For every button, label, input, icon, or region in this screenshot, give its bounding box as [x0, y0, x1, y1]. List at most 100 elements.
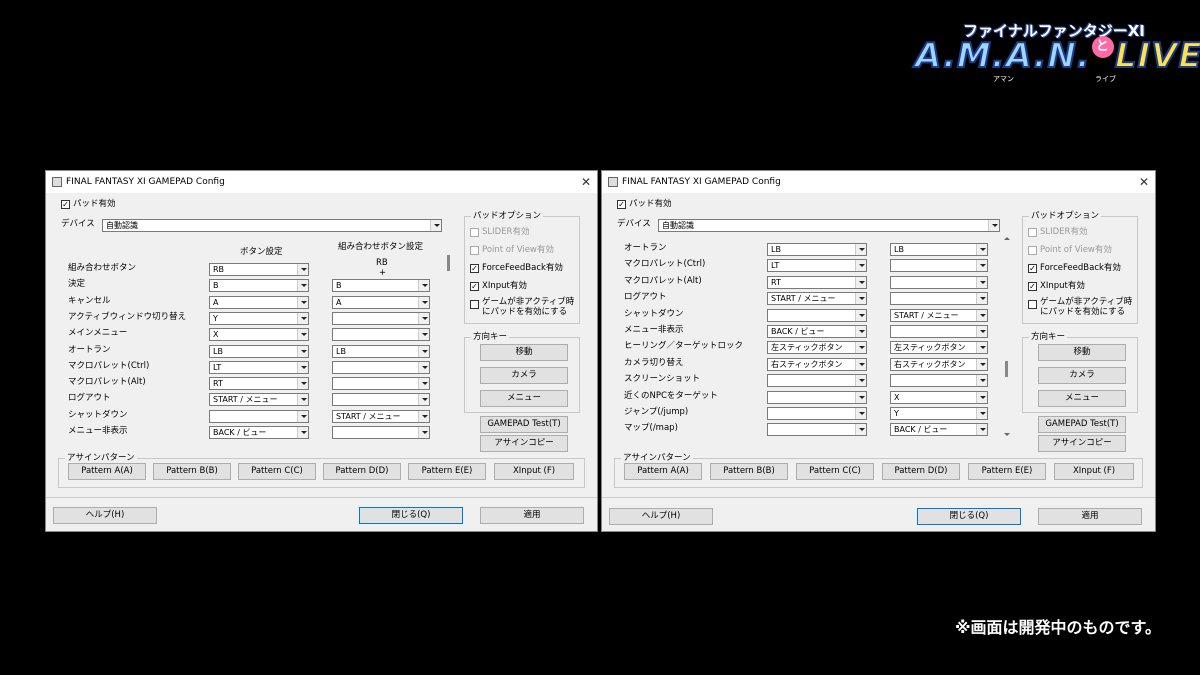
- inactive-checkbox[interactable]: [470, 300, 479, 309]
- combo-select[interactable]: [890, 325, 988, 338]
- pattern-b-button[interactable]: Pattern B(B): [153, 463, 231, 480]
- button-select[interactable]: RB: [209, 263, 309, 276]
- button-select[interactable]: START / メニュー: [209, 393, 309, 407]
- combo-select[interactable]: [332, 328, 430, 342]
- pattern-d-button[interactable]: Pattern D(D): [323, 463, 401, 480]
- close-icon[interactable]: ✕: [1139, 171, 1149, 193]
- button-select[interactable]: LB: [209, 344, 309, 358]
- gamepad-test-button[interactable]: GAMEPAD Test(T): [1038, 416, 1126, 433]
- button-select[interactable]: LT: [209, 360, 309, 374]
- button-select[interactable]: B: [209, 279, 309, 293]
- combo-select[interactable]: [332, 426, 430, 439]
- xinput-pattern-button[interactable]: XInput (F): [494, 463, 574, 480]
- pov-checkbox[interactable]: [470, 246, 479, 255]
- pov-checkbox[interactable]: [1028, 246, 1037, 255]
- button-select[interactable]: LB: [767, 243, 867, 256]
- row-label: 近くのNPCをターゲット: [624, 390, 718, 401]
- button-select[interactable]: RT: [767, 275, 867, 289]
- device-select[interactable]: 自動認識: [102, 219, 442, 232]
- pattern-c-button[interactable]: Pattern C(C): [238, 463, 316, 480]
- inactive-label-2: にパッドを有効にする: [1040, 307, 1126, 317]
- xinput-checkbox[interactable]: ✓: [1028, 282, 1037, 291]
- pad-enabled-checkbox[interactable]: ✓: [61, 200, 70, 209]
- apply-button[interactable]: 適用: [1038, 508, 1142, 525]
- combo-select[interactable]: 左スティックボタン: [890, 341, 988, 355]
- direction-camera-button[interactable]: カメラ: [480, 367, 568, 384]
- combo-select[interactable]: START / メニュー: [890, 308, 988, 322]
- combo-select[interactable]: B: [332, 279, 430, 293]
- xinput-pattern-button[interactable]: XInput (F): [1054, 463, 1134, 480]
- assign-copy-button[interactable]: アサインコピー: [480, 435, 568, 452]
- button-select[interactable]: LT: [767, 259, 867, 273]
- assign-copy-button[interactable]: アサインコピー: [1038, 435, 1126, 452]
- inactive-checkbox[interactable]: [1028, 300, 1037, 309]
- logo-ruby1: アマン: [993, 75, 1014, 83]
- button-select[interactable]: RT: [209, 377, 309, 391]
- row-label: オートラン: [68, 344, 111, 355]
- xinput-checkbox[interactable]: ✓: [470, 282, 479, 291]
- button-select[interactable]: [767, 407, 867, 420]
- button-select[interactable]: 左スティックボタン: [767, 341, 867, 355]
- combo-select[interactable]: BACK / ビュー: [890, 423, 988, 437]
- combo-select[interactable]: START / メニュー: [332, 409, 430, 423]
- pattern-a-button[interactable]: Pattern A(A): [624, 463, 702, 480]
- combo-select[interactable]: Y: [890, 407, 988, 420]
- direction-move-button[interactable]: 移動: [1038, 344, 1126, 361]
- button-select[interactable]: [767, 308, 867, 322]
- device-select[interactable]: 自動認識: [658, 219, 1000, 232]
- direction-menu-button[interactable]: メニュー: [1038, 390, 1126, 407]
- pattern-b-button[interactable]: Pattern B(B): [710, 463, 788, 480]
- pattern-e-button[interactable]: Pattern E(E): [968, 463, 1046, 480]
- button-select[interactable]: [209, 409, 309, 423]
- close-button[interactable]: 閉じる(Q): [359, 507, 463, 524]
- forcefeedback-checkbox[interactable]: ✓: [470, 264, 479, 273]
- combo-select[interactable]: [332, 311, 430, 325]
- help-button[interactable]: ヘルプ(H): [609, 508, 713, 525]
- button-select[interactable]: A: [209, 295, 309, 309]
- row-label: カメラ切り替え: [624, 357, 684, 368]
- slider-checkbox[interactable]: [470, 228, 479, 237]
- scrollbar[interactable]: [1005, 361, 1008, 377]
- button-select[interactable]: START / メニュー: [767, 292, 867, 306]
- combo-select[interactable]: [332, 360, 430, 374]
- combo-select[interactable]: X: [890, 390, 988, 404]
- button-select[interactable]: X: [209, 328, 309, 342]
- apply-button[interactable]: 適用: [480, 507, 584, 524]
- scroll-down-icon[interactable]: [1004, 433, 1010, 436]
- scrollbar[interactable]: [447, 255, 450, 271]
- close-button[interactable]: 閉じる(Q): [917, 508, 1021, 525]
- button-select[interactable]: BACK / ビュー: [767, 325, 867, 338]
- slider-checkbox[interactable]: [1028, 228, 1037, 237]
- combo-select[interactable]: [890, 259, 988, 273]
- row-label: メニュー非表示: [624, 325, 684, 335]
- combo-select[interactable]: 右スティックボタン: [890, 357, 988, 371]
- combo-select[interactable]: [332, 377, 430, 391]
- pattern-c-button[interactable]: Pattern C(C): [796, 463, 874, 480]
- direction-camera-button[interactable]: カメラ: [1038, 367, 1126, 384]
- pattern-e-button[interactable]: Pattern E(E): [408, 463, 486, 480]
- button-select[interactable]: Y: [209, 311, 309, 325]
- combo-select[interactable]: LB: [332, 344, 430, 358]
- combo-select[interactable]: [890, 292, 988, 306]
- button-select[interactable]: [767, 390, 867, 404]
- help-button[interactable]: ヘルプ(H): [53, 507, 157, 524]
- combo-select[interactable]: [890, 374, 988, 388]
- button-select[interactable]: BACK / ビュー: [209, 426, 309, 439]
- direction-move-button[interactable]: 移動: [480, 344, 568, 361]
- col-header-combo: 組み合わせボタン設定: [338, 242, 424, 252]
- combo-select[interactable]: [890, 275, 988, 289]
- close-icon[interactable]: ✕: [581, 171, 591, 193]
- button-select[interactable]: [767, 374, 867, 388]
- combo-select[interactable]: A: [332, 295, 430, 309]
- button-select[interactable]: 右スティックボタン: [767, 357, 867, 371]
- pad-enabled-checkbox[interactable]: ✓: [617, 200, 626, 209]
- pattern-d-button[interactable]: Pattern D(D): [882, 463, 960, 480]
- direction-menu-button[interactable]: メニュー: [480, 390, 568, 407]
- forcefeedback-checkbox[interactable]: ✓: [1028, 264, 1037, 273]
- scroll-up-icon[interactable]: [1004, 237, 1010, 240]
- combo-select[interactable]: [332, 393, 430, 407]
- gamepad-test-button[interactable]: GAMEPAD Test(T): [480, 416, 568, 433]
- combo-select[interactable]: LB: [890, 243, 988, 256]
- button-select[interactable]: [767, 423, 867, 437]
- pattern-a-button[interactable]: Pattern A(A): [68, 463, 146, 480]
